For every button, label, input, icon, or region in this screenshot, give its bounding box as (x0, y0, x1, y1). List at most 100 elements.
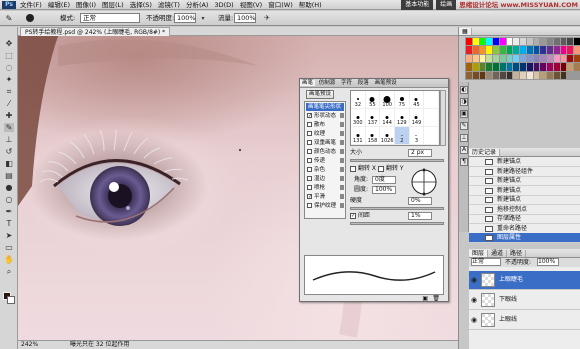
brush-option-row[interactable]: ✓ 平滑 (306, 193, 344, 201)
color-swatch[interactable] (506, 63, 513, 71)
color-swatch[interactable] (547, 63, 553, 71)
layer-row[interactable]: ◉ 上眼线 (469, 311, 580, 330)
brush-tip[interactable] (424, 127, 439, 145)
color-panel-icon[interactable]: ◐ (460, 86, 468, 94)
new-preset-icon[interactable]: ▣ (422, 295, 428, 302)
history-item[interactable]: 新建锚点 (469, 176, 580, 186)
lock-icon[interactable] (340, 122, 344, 127)
color-swatch[interactable] (520, 71, 526, 79)
pen-tool-icon[interactable]: ✒ (4, 207, 14, 216)
color-swatch[interactable] (472, 71, 479, 79)
color-swatch[interactable] (486, 71, 493, 79)
layer-opacity-input[interactable]: 100% (537, 258, 559, 266)
eraser-icon[interactable]: ◧ (4, 159, 14, 168)
brush-option-row[interactable]: 湿边 (306, 175, 344, 183)
lock-icon[interactable] (340, 158, 344, 163)
brush-option-checkbox[interactable] (307, 131, 312, 136)
color-swatch[interactable] (499, 63, 506, 71)
color-swatch[interactable] (533, 46, 540, 54)
blur-tool-icon[interactable]: ● (4, 183, 14, 192)
color-swatch[interactable] (499, 46, 506, 54)
character-panel-icon[interactable]: A (460, 146, 468, 154)
color-swatch[interactable] (486, 38, 493, 46)
brush-option-row[interactable]: 喷枪 (306, 184, 344, 192)
color-swatch[interactable] (479, 63, 486, 71)
color-swatch[interactable] (479, 46, 486, 54)
color-swatch[interactable] (560, 54, 567, 63)
color-swatch[interactable] (540, 54, 547, 63)
eye-icon[interactable]: ◉ (471, 297, 479, 304)
color-swatch[interactable] (513, 63, 520, 71)
history-item[interactable]: 新建锚点 (469, 157, 580, 167)
color-swatch[interactable] (472, 63, 479, 71)
color-swatch[interactable] (520, 63, 526, 71)
clone-stamp-icon[interactable]: ⊥ (4, 135, 14, 144)
swatches-grid[interactable] (465, 37, 580, 80)
color-swatch[interactable] (472, 46, 479, 54)
color-swatch[interactable] (553, 71, 560, 79)
lock-icon[interactable] (340, 176, 344, 181)
eyedropper-icon[interactable]: ⁄ (4, 99, 14, 108)
color-swatch[interactable] (553, 63, 560, 71)
brush-tip[interactable]: 45 (409, 91, 425, 109)
magic-wand-icon[interactable]: ✦ (4, 75, 14, 84)
menu-item[interactable]: 滤镜(T) (158, 0, 180, 10)
history-item[interactable]: 新建路径组件 (469, 167, 580, 177)
tab-paragraph[interactable]: 段落 (356, 80, 371, 86)
chevron-down-icon[interactable]: ▾ (198, 14, 208, 23)
brush-tip-scrollbar[interactable] (440, 90, 446, 146)
color-swatch[interactable] (553, 46, 560, 54)
color-swatch[interactable] (560, 46, 567, 54)
clone-source-panel-icon[interactable]: ⊥ (460, 134, 468, 142)
tab-channels[interactable]: 通道 (488, 250, 508, 257)
gradient-icon[interactable]: ▤ (4, 171, 14, 180)
color-swatch[interactable] (560, 63, 567, 71)
marquee-tool-icon[interactable]: ⬚ (4, 51, 14, 60)
color-swatch[interactable] (466, 63, 472, 71)
tab-paths[interactable]: 路径 (507, 250, 527, 257)
color-swatch[interactable] (520, 54, 526, 63)
brush-tip[interactable]: 3 (409, 127, 425, 145)
color-swatch[interactable] (540, 71, 547, 79)
tab-history[interactable]: 历史记录 (469, 149, 501, 156)
flow-input[interactable]: 100% (234, 13, 256, 23)
color-swatch[interactable] (506, 46, 513, 54)
color-swatch[interactable] (493, 38, 499, 46)
brush-angle-roundness-widget[interactable] (408, 167, 440, 197)
workspace-paint-button[interactable]: 绘画 (436, 0, 457, 10)
tab-clone-source[interactable]: 仿制源 (317, 80, 338, 86)
color-swatch[interactable] (499, 38, 506, 46)
menu-item[interactable]: 选择(S) (130, 0, 152, 10)
spacing-slider[interactable] (350, 222, 444, 225)
brush-option-row[interactable]: 颜色动态 (306, 148, 344, 156)
color-swatch[interactable] (520, 38, 526, 46)
spacing-checkbox[interactable]: ✓ (350, 213, 356, 219)
color-swatch[interactable] (506, 38, 513, 46)
lock-icon[interactable] (340, 194, 344, 199)
hand-tool-icon[interactable]: ✋ (4, 255, 14, 264)
color-swatch[interactable] (486, 54, 493, 63)
eye-icon[interactable]: ◉ (471, 277, 479, 284)
color-swatch[interactable] (526, 46, 533, 54)
lock-icon[interactable] (340, 167, 344, 172)
color-swatch[interactable] (526, 71, 533, 79)
lock-icon[interactable] (340, 140, 344, 145)
layer-row[interactable]: ◉ 上眼睫毛 (469, 271, 580, 290)
brush-tip[interactable]: 149 (409, 109, 425, 127)
brush-tip[interactable] (424, 109, 439, 127)
brush-option-row[interactable]: 散布 (306, 121, 344, 129)
lock-icon[interactable] (340, 131, 344, 136)
lock-icon[interactable] (340, 185, 344, 190)
color-swatch[interactable] (540, 63, 547, 71)
brush-tip[interactable] (424, 91, 439, 109)
color-swatch[interactable] (513, 46, 520, 54)
color-swatch[interactable] (466, 46, 472, 54)
angle-input[interactable]: 0度 (372, 176, 396, 184)
color-swatch[interactable] (547, 54, 553, 63)
color-swatch[interactable] (513, 54, 520, 63)
color-swatch[interactable] (479, 54, 486, 63)
color-swatch[interactable] (547, 46, 553, 54)
healing-brush-icon[interactable]: ✚ (4, 111, 14, 120)
brush-option-checkbox[interactable] (307, 185, 312, 190)
color-swatch[interactable] (574, 54, 580, 63)
